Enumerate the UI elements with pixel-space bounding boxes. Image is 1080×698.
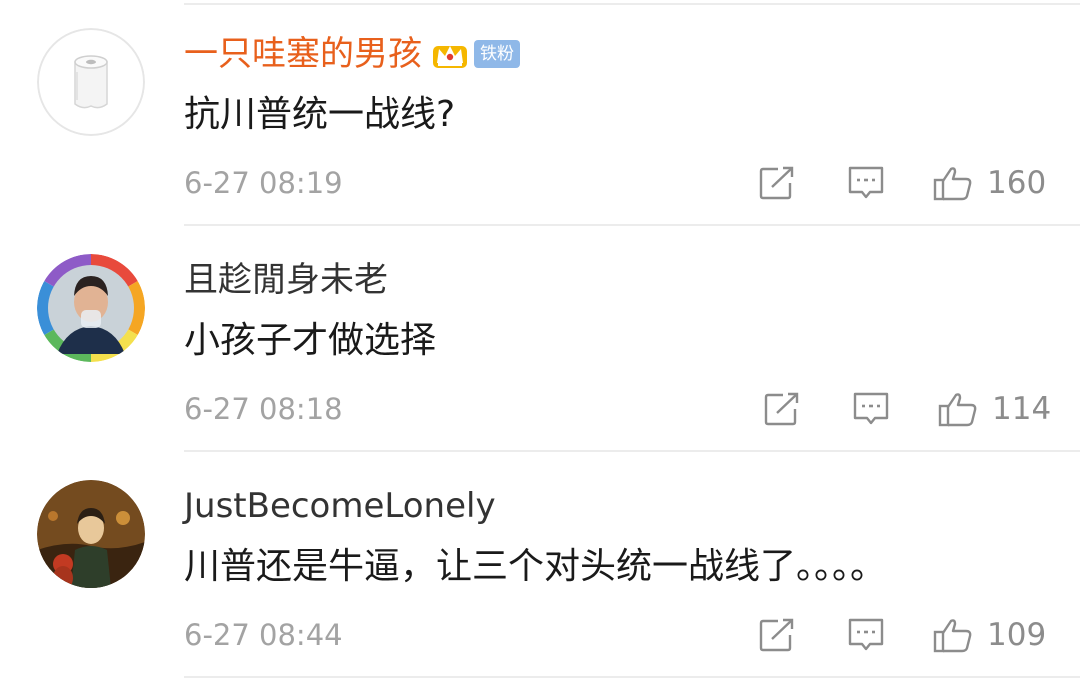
rainbow-ring-portrait-avatar-icon bbox=[37, 254, 145, 362]
comment-item: 且趁閒身未老 小孩子才做选择 6-27 08:18 114 bbox=[0, 226, 1080, 452]
username[interactable]: 且趁閒身未老 bbox=[184, 256, 388, 304]
like-count: 114 bbox=[992, 391, 1052, 427]
thumbs-up-icon[interactable] bbox=[938, 391, 978, 427]
like-count: 109 bbox=[987, 617, 1047, 653]
share-icon[interactable] bbox=[758, 165, 798, 201]
comment-item: 一只哇塞的男孩 铁粉 抗川普统一战线? 6-27 08:19 160 bbox=[0, 0, 1080, 226]
comment-text: 小孩子才做选择 bbox=[184, 320, 437, 361]
comment-text: 抗川普统一战线? bbox=[184, 94, 456, 135]
comment-item: JustBecomeLonely 川普还是牛逼，让三个对头统一战线了。。。。 6… bbox=[0, 452, 1080, 678]
share-icon[interactable] bbox=[758, 617, 798, 653]
username-row: JustBecomeLonely bbox=[184, 482, 496, 530]
username-row: 且趁閒身未老 bbox=[184, 256, 388, 304]
anime-illustration-avatar-icon bbox=[37, 480, 145, 588]
comment-actions: 109 bbox=[0, 612, 1080, 658]
comment-actions: 114 bbox=[0, 386, 1080, 432]
comment-feed: 一只哇塞的男孩 铁粉 抗川普统一战线? 6-27 08:19 160 且趁閒身未… bbox=[0, 0, 1080, 698]
avatar[interactable] bbox=[37, 254, 145, 362]
username-row: 一只哇塞的男孩 铁粉 bbox=[184, 30, 520, 78]
thumbs-up-icon[interactable] bbox=[933, 165, 973, 201]
share-icon[interactable] bbox=[763, 391, 803, 427]
reply-icon[interactable] bbox=[851, 391, 891, 427]
thumbs-up-icon[interactable] bbox=[933, 617, 973, 653]
fan-badge: 铁粉 bbox=[474, 40, 520, 68]
reply-icon[interactable] bbox=[846, 165, 886, 201]
toilet-paper-avatar-icon bbox=[37, 28, 145, 136]
reply-icon[interactable] bbox=[846, 617, 886, 653]
username[interactable]: JustBecomeLonely bbox=[184, 482, 496, 530]
avatar[interactable] bbox=[37, 28, 145, 136]
like-count: 160 bbox=[987, 165, 1047, 201]
divider bbox=[184, 676, 1080, 678]
comment-text: 川普还是牛逼，让三个对头统一战线了。。。。 bbox=[184, 546, 887, 587]
comment-actions: 160 bbox=[0, 160, 1080, 206]
crown-icon bbox=[433, 46, 467, 68]
username[interactable]: 一只哇塞的男孩 bbox=[184, 30, 422, 78]
avatar[interactable] bbox=[37, 480, 145, 588]
